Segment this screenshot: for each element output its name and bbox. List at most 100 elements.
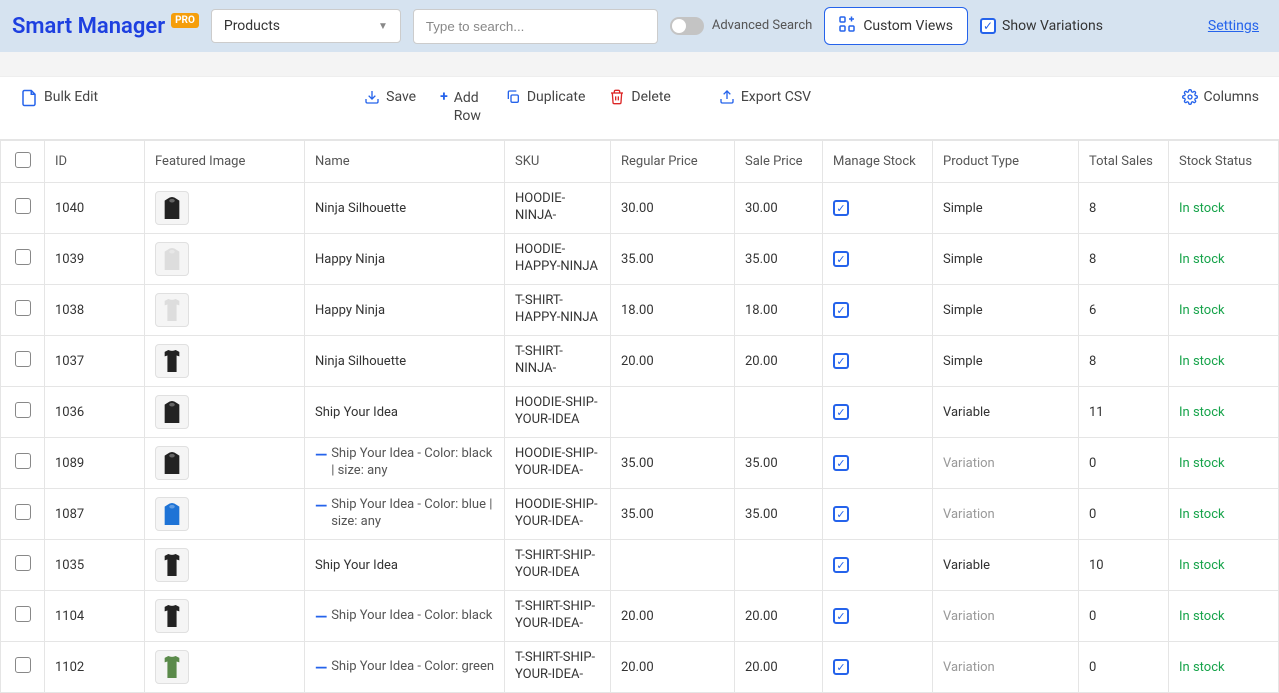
cell-sale-price[interactable]: 20.00 (735, 642, 823, 693)
cell-name-wrap[interactable]: Happy Ninja (305, 285, 505, 336)
cell-featured-image[interactable] (145, 540, 305, 591)
cell-id[interactable]: 1036 (45, 387, 145, 438)
cell-sku[interactable]: HOODIE-HAPPY-NINJA (505, 234, 611, 285)
cell-stock-status[interactable]: In stock (1169, 489, 1279, 540)
table-row[interactable]: 1037 Ninja Silhouette T-SHIRT-NINJA- 20.… (1, 336, 1279, 387)
entity-dropdown[interactable]: Products ▼ (211, 9, 401, 43)
table-row[interactable]: 1035 Ship Your Idea T-SHIRT-SHIP-YOUR-ID… (1, 540, 1279, 591)
cell-featured-image[interactable] (145, 183, 305, 234)
row-checkbox-cell[interactable] (1, 336, 45, 387)
cell-name-wrap[interactable]: Ninja Silhouette (305, 183, 505, 234)
cell-manage-stock[interactable]: ✓ (823, 642, 933, 693)
cell-sku[interactable]: T-SHIRT-SHIP-YOUR-IDEA- (505, 642, 611, 693)
cell-manage-stock[interactable]: ✓ (823, 540, 933, 591)
cell-total-sales[interactable]: 8 (1079, 183, 1169, 234)
cell-stock-status[interactable]: In stock (1169, 183, 1279, 234)
col-product-type[interactable]: Product Type (933, 141, 1079, 183)
settings-link[interactable]: Settings (1208, 18, 1259, 34)
row-checkbox-cell[interactable] (1, 387, 45, 438)
save-button[interactable]: Save (364, 89, 416, 125)
cell-featured-image[interactable] (145, 438, 305, 489)
cell-stock-status[interactable]: In stock (1169, 642, 1279, 693)
cell-product-type[interactable]: Simple (933, 234, 1079, 285)
advanced-search-toggle[interactable] (670, 17, 704, 35)
bulk-edit-button[interactable]: Bulk Edit (20, 89, 98, 111)
row-checkbox-cell[interactable] (1, 438, 45, 489)
cell-name-wrap[interactable]: —Ship Your Idea - Color: blue | size: an… (305, 489, 505, 540)
cell-sale-price[interactable]: 35.00 (735, 489, 823, 540)
table-row[interactable]: 1036 Ship Your Idea HOODIE-SHIP-YOUR-IDE… (1, 387, 1279, 438)
cell-sale-price[interactable]: 20.00 (735, 591, 823, 642)
show-variations-checkbox[interactable]: ✓ Show Variations (980, 18, 1103, 34)
cell-product-type[interactable]: Variation (933, 591, 1079, 642)
cell-featured-image[interactable] (145, 642, 305, 693)
cell-manage-stock[interactable]: ✓ (823, 336, 933, 387)
cell-featured-image[interactable] (145, 387, 305, 438)
cell-sku[interactable]: T-SHIRT-NINJA- (505, 336, 611, 387)
cell-regular-price[interactable]: 35.00 (611, 234, 735, 285)
cell-regular-price[interactable]: 20.00 (611, 591, 735, 642)
cell-id[interactable]: 1038 (45, 285, 145, 336)
col-regular-price[interactable]: Regular Price (611, 141, 735, 183)
cell-regular-price[interactable]: 35.00 (611, 489, 735, 540)
row-checkbox-cell[interactable] (1, 489, 45, 540)
cell-total-sales[interactable]: 8 (1079, 336, 1169, 387)
col-manage-stock[interactable]: Manage Stock (823, 141, 933, 183)
cell-name-wrap[interactable]: Ninja Silhouette (305, 336, 505, 387)
cell-featured-image[interactable] (145, 285, 305, 336)
cell-sku[interactable]: HOODIE-SHIP-YOUR-IDEA (505, 387, 611, 438)
table-row[interactable]: 1038 Happy Ninja T-SHIRT-HAPPY-NINJA 18.… (1, 285, 1279, 336)
cell-manage-stock[interactable]: ✓ (823, 234, 933, 285)
custom-views-button[interactable]: Custom Views (824, 7, 968, 45)
cell-product-type[interactable]: Variation (933, 438, 1079, 489)
cell-regular-price[interactable]: 20.00 (611, 336, 735, 387)
col-name[interactable]: Name (305, 141, 505, 183)
col-sku[interactable]: SKU (505, 141, 611, 183)
cell-sale-price[interactable] (735, 387, 823, 438)
cell-name-wrap[interactable]: Ship Your Idea (305, 540, 505, 591)
cell-sku[interactable]: HOODIE-NINJA- (505, 183, 611, 234)
cell-id[interactable]: 1037 (45, 336, 145, 387)
columns-button[interactable]: Columns (1182, 89, 1259, 109)
cell-sku[interactable]: T-SHIRT-SHIP-YOUR-IDEA- (505, 591, 611, 642)
delete-button[interactable]: Delete (609, 89, 670, 125)
col-sale-price[interactable]: Sale Price (735, 141, 823, 183)
table-row[interactable]: 1102 —Ship Your Idea - Color: green T-SH… (1, 642, 1279, 693)
cell-sale-price[interactable]: 20.00 (735, 336, 823, 387)
cell-product-type[interactable]: Simple (933, 285, 1079, 336)
row-checkbox-cell[interactable] (1, 183, 45, 234)
cell-regular-price[interactable] (611, 540, 735, 591)
cell-sku[interactable]: T-SHIRT-SHIP-YOUR-IDEA (505, 540, 611, 591)
cell-name-wrap[interactable]: —Ship Your Idea - Color: black (305, 591, 505, 642)
cell-stock-status[interactable]: In stock (1169, 540, 1279, 591)
cell-manage-stock[interactable]: ✓ (823, 183, 933, 234)
select-all-header[interactable] (1, 141, 45, 183)
cell-product-type[interactable]: Variable (933, 540, 1079, 591)
cell-id[interactable]: 1104 (45, 591, 145, 642)
cell-regular-price[interactable]: 30.00 (611, 183, 735, 234)
row-checkbox-cell[interactable] (1, 540, 45, 591)
cell-total-sales[interactable]: 0 (1079, 642, 1169, 693)
cell-total-sales[interactable]: 0 (1079, 591, 1169, 642)
cell-total-sales[interactable]: 11 (1079, 387, 1169, 438)
export-csv-button[interactable]: Export CSV (719, 89, 811, 125)
cell-sku[interactable]: HOODIE-SHIP-YOUR-IDEA- (505, 489, 611, 540)
cell-sale-price[interactable]: 30.00 (735, 183, 823, 234)
cell-product-type[interactable]: Variation (933, 489, 1079, 540)
cell-product-type[interactable]: Simple (933, 183, 1079, 234)
cell-featured-image[interactable] (145, 336, 305, 387)
table-row[interactable]: 1087 —Ship Your Idea - Color: blue | siz… (1, 489, 1279, 540)
cell-total-sales[interactable]: 0 (1079, 489, 1169, 540)
cell-total-sales[interactable]: 6 (1079, 285, 1169, 336)
row-checkbox-cell[interactable] (1, 234, 45, 285)
cell-sale-price[interactable]: 18.00 (735, 285, 823, 336)
cell-featured-image[interactable] (145, 234, 305, 285)
cell-product-type[interactable]: Simple (933, 336, 1079, 387)
cell-sale-price[interactable] (735, 540, 823, 591)
cell-product-type[interactable]: Variable (933, 387, 1079, 438)
cell-featured-image[interactable] (145, 489, 305, 540)
cell-sku[interactable]: T-SHIRT-HAPPY-NINJA (505, 285, 611, 336)
cell-product-type[interactable]: Variation (933, 642, 1079, 693)
cell-sale-price[interactable]: 35.00 (735, 234, 823, 285)
row-checkbox-cell[interactable] (1, 591, 45, 642)
